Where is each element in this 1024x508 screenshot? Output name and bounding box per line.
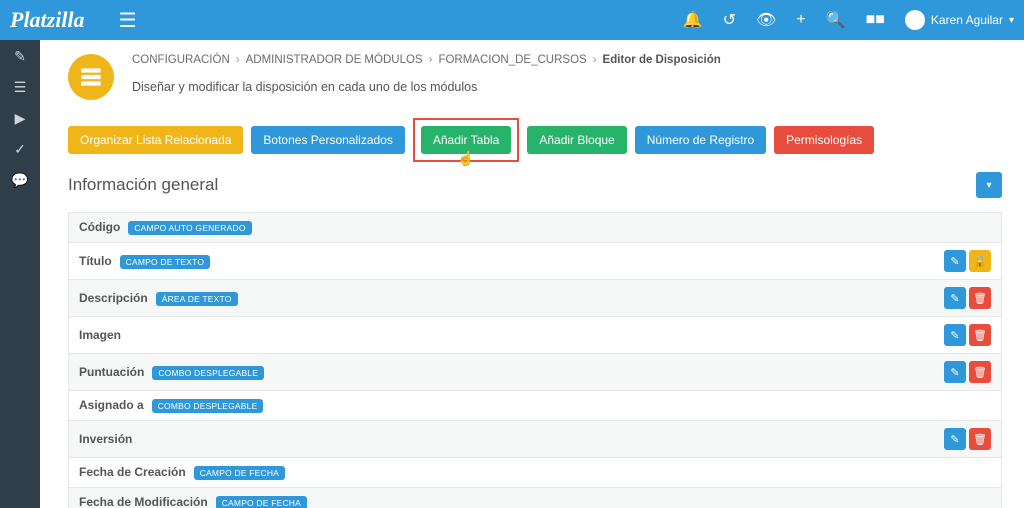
- organizar-button[interactable]: Organizar Lista Relacionada: [68, 126, 243, 154]
- field-type-tag: CAMPO DE TEXTO: [120, 255, 211, 269]
- table-row: Puntuación COMBO DESPLEGABLE ✎🗑: [69, 354, 1002, 391]
- breadcrumb-item[interactable]: FORMACION_DE_CURSOS: [438, 54, 586, 66]
- play-icon[interactable]: ▶: [15, 110, 26, 127]
- search-icon[interactable]: 🔍: [826, 10, 846, 30]
- row-actions: ✎🗑: [922, 317, 1002, 354]
- delete-button[interactable]: 🗑: [969, 324, 991, 346]
- table-row: Imagen ✎🗑: [69, 317, 1002, 354]
- breadcrumb-item[interactable]: CONFIGURACIÓN: [132, 54, 230, 66]
- field-cell: Descripción ÁREA DE TEXTO: [69, 280, 922, 317]
- module-icon: [68, 54, 114, 100]
- table-row: Fecha de Creación CAMPO DE FECHA: [69, 458, 1002, 488]
- row-actions: ✎🗑: [922, 280, 1002, 317]
- row-actions: [922, 391, 1002, 421]
- chat-icon[interactable]: 💬: [11, 172, 28, 189]
- table-row: Título CAMPO DE TEXTO ✎🔒: [69, 243, 1002, 280]
- caret-down-icon: ▾: [986, 180, 991, 191]
- row-actions: [922, 458, 1002, 488]
- table-row: Asignado a COMBO DESPLEGABLE: [69, 391, 1002, 421]
- edit-button[interactable]: ✎: [944, 361, 966, 383]
- chevron-right-icon: ›: [236, 54, 240, 66]
- section-title: Información general: [68, 175, 976, 195]
- field-type-tag: CAMPO DE FECHA: [216, 496, 307, 508]
- field-cell: Puntuación COMBO DESPLEGABLE: [69, 354, 922, 391]
- history-icon[interactable]: ↺: [723, 10, 736, 30]
- left-rail: ✎ ☰ ▶ ✓ 💬: [0, 40, 40, 508]
- chevron-right-icon: ›: [429, 54, 433, 66]
- username: Karen Aguilar: [931, 13, 1003, 27]
- table-row: Código CAMPO AUTO GENERADO: [69, 213, 1002, 243]
- field-type-tag: COMBO DESPLEGABLE: [152, 366, 264, 380]
- menu-toggle-icon[interactable]: ☰: [105, 8, 151, 33]
- page-subtitle: Diseñar y modificar la disposición en ca…: [132, 80, 1002, 94]
- field-type-tag: ÁREA DE TEXTO: [156, 292, 238, 306]
- avatar: [905, 10, 925, 30]
- lock-button[interactable]: 🔒: [969, 250, 991, 272]
- chevron-down-icon: ▾: [1009, 15, 1014, 26]
- table-row: Descripción ÁREA DE TEXTO ✎🗑: [69, 280, 1002, 317]
- permisologias-button[interactable]: Permisologías: [774, 126, 874, 154]
- user-menu[interactable]: Karen Aguilar ▾: [905, 10, 1014, 30]
- edit-icon[interactable]: ✎: [14, 48, 26, 65]
- content-scroll[interactable]: CONFIGURACIÓN › ADMINISTRADOR DE MÓDULOS…: [40, 40, 1024, 508]
- table-row: Fecha de Modificación CAMPO DE FECHA: [69, 488, 1002, 508]
- field-cell: Fecha de Creación CAMPO DE FECHA: [69, 458, 922, 488]
- collapse-button[interactable]: ▾: [976, 172, 1002, 198]
- field-cell: Fecha de Modificación CAMPO DE FECHA: [69, 488, 922, 508]
- topbar: Platzilla ☰ 🔔 ↺ 👁 + 🔍 ■■ Karen Aguilar ▾: [0, 0, 1024, 40]
- row-actions: [922, 213, 1002, 243]
- field-label: Asignado a: [79, 398, 144, 412]
- check-icon[interactable]: ✓: [14, 141, 26, 158]
- row-actions: ✎🗑: [922, 354, 1002, 391]
- layout-stack-icon: [78, 64, 104, 90]
- field-cell: Asignado a COMBO DESPLEGABLE: [69, 391, 922, 421]
- breadcrumb-item[interactable]: ADMINISTRADOR DE MÓDULOS: [246, 54, 423, 66]
- row-actions: ✎🗑: [922, 421, 1002, 458]
- row-actions: ✎🔒: [922, 243, 1002, 280]
- field-cell: Código CAMPO AUTO GENERADO: [69, 213, 922, 243]
- field-label: Fecha de Creación: [79, 465, 186, 479]
- table-row: Inversión ✎🗑: [69, 421, 1002, 458]
- edit-button[interactable]: ✎: [944, 287, 966, 309]
- edit-button[interactable]: ✎: [944, 250, 966, 272]
- field-label: Inversión: [79, 432, 132, 446]
- field-label: Puntuación: [79, 365, 144, 379]
- field-type-tag: CAMPO AUTO GENERADO: [128, 221, 251, 235]
- plus-icon[interactable]: +: [796, 11, 805, 29]
- field-label: Código: [79, 220, 120, 234]
- fields-table: Código CAMPO AUTO GENERADO Título CAMPO DE …: [68, 212, 1002, 508]
- actions-row: Organizar Lista Relacionada Botones Pers…: [68, 118, 1002, 162]
- anadir-tabla-button[interactable]: Añadir Tabla: [421, 126, 512, 154]
- breadcrumb-current: Editor de Disposición: [603, 54, 721, 66]
- field-label: Fecha de Modificación: [79, 495, 208, 508]
- eye-icon[interactable]: 👁: [756, 10, 776, 30]
- field-cell: Título CAMPO DE TEXTO: [69, 243, 922, 280]
- field-label: Imagen: [79, 328, 121, 342]
- grid-icon[interactable]: ■■: [866, 11, 885, 29]
- delete-button[interactable]: 🗑: [969, 287, 991, 309]
- botones-button[interactable]: Botones Personalizados: [251, 126, 404, 154]
- edit-button[interactable]: ✎: [944, 428, 966, 450]
- field-label: Título: [79, 254, 112, 268]
- field-label: Descripción: [79, 291, 148, 305]
- anadir-bloque-button[interactable]: Añadir Bloque: [527, 126, 626, 154]
- delete-button[interactable]: 🗑: [969, 361, 991, 383]
- highlight-box: Añadir Tabla ☝: [413, 118, 520, 162]
- brand-logo[interactable]: Platzilla: [10, 7, 105, 33]
- list-icon[interactable]: ☰: [14, 79, 27, 96]
- topbar-actions: 🔔 ↺ 👁 + 🔍 ■■ Karen Aguilar ▾: [683, 10, 1014, 30]
- numero-registro-button[interactable]: Número de Registro: [635, 126, 766, 154]
- field-cell: Inversión: [69, 421, 922, 458]
- field-type-tag: CAMPO DE FECHA: [194, 466, 285, 480]
- chevron-right-icon: ›: [593, 54, 597, 66]
- field-type-tag: COMBO DESPLEGABLE: [152, 399, 264, 413]
- delete-button[interactable]: 🗑: [969, 428, 991, 450]
- row-actions: [922, 488, 1002, 508]
- bell-icon[interactable]: 🔔: [683, 10, 703, 30]
- field-cell: Imagen: [69, 317, 922, 354]
- edit-button[interactable]: ✎: [944, 324, 966, 346]
- breadcrumb: CONFIGURACIÓN › ADMINISTRADOR DE MÓDULOS…: [132, 54, 1002, 66]
